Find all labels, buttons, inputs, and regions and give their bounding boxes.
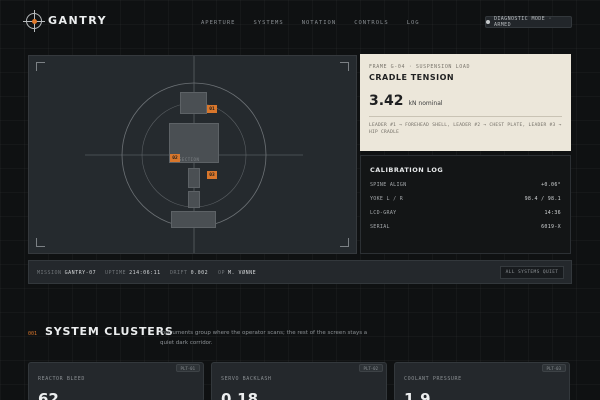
hip-cradle-segment[interactable] — [171, 211, 216, 228]
cradle-unit: kN nominal — [408, 100, 443, 107]
cluster-card-tag: PLT-02 — [358, 364, 383, 372]
cluster-card-label: COOLANT PRESSURE — [404, 376, 462, 382]
nav-item-notation[interactable]: NOTATION — [302, 20, 337, 26]
cluster-card-reactor-bleed[interactable]: PLT-01 REACTOR BLEED 62 — [28, 362, 204, 400]
main-nav: APERTURE SYSTEMS NOTATION CONTROLS LOG — [201, 20, 438, 26]
all-systems-quiet-button[interactable]: ALL SYSTEMS QUIET — [500, 266, 564, 279]
calibration-row-label: YOKE L / R — [370, 196, 404, 202]
calibration-row: YOKE L / R 98.4 / 98.1 — [370, 196, 561, 202]
cluster-card-tag: PLT-03 — [541, 364, 566, 372]
uptime-stat: UPTIME 214:06:11 — [105, 270, 161, 276]
spine-lower-segment[interactable] — [188, 191, 200, 208]
nav-item-aperture[interactable]: APERTURE — [201, 20, 236, 26]
status-led-icon — [486, 20, 490, 24]
cluster-card-coolant-pressure[interactable]: PLT-03 COOLANT PRESSURE 1.9 — [394, 362, 570, 400]
section-number: 001 — [28, 331, 38, 337]
cradle-tension-card: FRAME G-04 · SUSPENSION LOAD CRADLE TENS… — [360, 54, 571, 151]
section-description: Instruments group where the operator sca… — [160, 330, 368, 346]
leader-marker-02[interactable]: 02 — [170, 154, 180, 162]
calibration-row: SPINE ALIGN +0.06° — [370, 182, 561, 188]
cradle-divider — [369, 116, 562, 117]
segment-caption: SECTION — [179, 157, 200, 162]
leader-marker-03[interactable]: 03 — [207, 171, 217, 179]
cradle-value: 3.42 — [369, 93, 404, 109]
cluster-card-label: REACTOR BLEED — [38, 376, 85, 382]
mission-status-bar: MISSION GANTRY-07 UPTIME 214:06:11 DRIFT 0.… — [28, 260, 572, 284]
brand-name: GANTRY — [48, 14, 108, 27]
crosshair-logo-icon — [23, 10, 45, 32]
calibration-row-label: SPINE ALIGN — [370, 182, 407, 188]
drift-label: DRIFT — [170, 270, 188, 276]
cradle-eyebrow: FRAME G-04 · SUSPENSION LOAD — [369, 64, 471, 70]
operator-label: OP — [218, 270, 226, 276]
calibration-row-value: +0.06° — [541, 182, 561, 188]
section-title: SYSTEM CLUSTERS — [45, 325, 174, 338]
calibration-row: LCD-GRAY 14:36 — [370, 210, 561, 216]
app-header: GANTRY APERTURE SYSTEMS NOTATION CONTROL… — [0, 0, 600, 44]
cluster-card-tag: PLT-01 — [175, 364, 200, 372]
uptime-label: UPTIME — [105, 270, 127, 276]
nav-item-systems[interactable]: SYSTEMS — [254, 20, 284, 26]
calibration-row-label: LCD-GRAY — [370, 210, 397, 216]
mission-label: MISSION — [37, 270, 62, 276]
forehead-shell-segment[interactable] — [180, 92, 207, 114]
operator-value: M. VØNNE — [228, 270, 257, 276]
uptime-value: 214:06:11 — [129, 270, 161, 276]
nav-item-controls[interactable]: CONTROLS — [354, 20, 389, 26]
calibration-title: CALIBRATION LOG — [370, 166, 444, 174]
spine-upper-segment[interactable] — [188, 168, 200, 188]
drift-stat: DRIFT 0.002 — [170, 270, 208, 276]
aperture-viewport[interactable]: SECTION 01 02 03 — [28, 55, 357, 254]
diagnostic-mode-badge[interactable]: DIAGNOSTIC MODE · ARMED — [485, 16, 572, 28]
diagnostic-mode-label: DIAGNOSTIC MODE · ARMED — [493, 16, 552, 28]
mission-stat: MISSION GANTRY-07 — [37, 270, 96, 276]
cluster-card-value: 62 — [38, 390, 59, 400]
operator-stat: OP M. VØNNE — [218, 270, 256, 276]
calibration-row-label: SERIAL — [370, 224, 390, 230]
mission-value: GANTRY-07 — [64, 270, 97, 276]
nav-item-log[interactable]: LOG — [407, 20, 420, 26]
calibration-row-value: 14:36 — [544, 210, 561, 216]
cradle-reading: 3.42 kN nominal — [369, 93, 562, 109]
cluster-card-value: 1.9 — [404, 390, 431, 400]
drift-value: 0.002 — [190, 270, 209, 276]
calibration-log-panel: CALIBRATION LOG SPINE ALIGN +0.06° YOKE … — [360, 155, 571, 254]
cluster-card-servo-backlash[interactable]: PLT-02 SERVO BACKLASH 0.18 — [211, 362, 387, 400]
calibration-row-value: 98.4 / 98.1 — [524, 196, 561, 202]
leader-marker-01[interactable]: 01 — [207, 105, 217, 113]
cluster-card-value: 0.18 — [221, 390, 259, 400]
cradle-title: CRADLE TENSION — [369, 73, 455, 82]
cluster-card-label: SERVO BACKLASH — [221, 376, 272, 382]
calibration-row-value: 6019-X — [541, 224, 561, 230]
cradle-note: LEADER #1 → FOREHEAD SHELL, LEADER #2 → … — [369, 123, 562, 135]
calibration-row: SERIAL 6019-X — [370, 224, 561, 230]
